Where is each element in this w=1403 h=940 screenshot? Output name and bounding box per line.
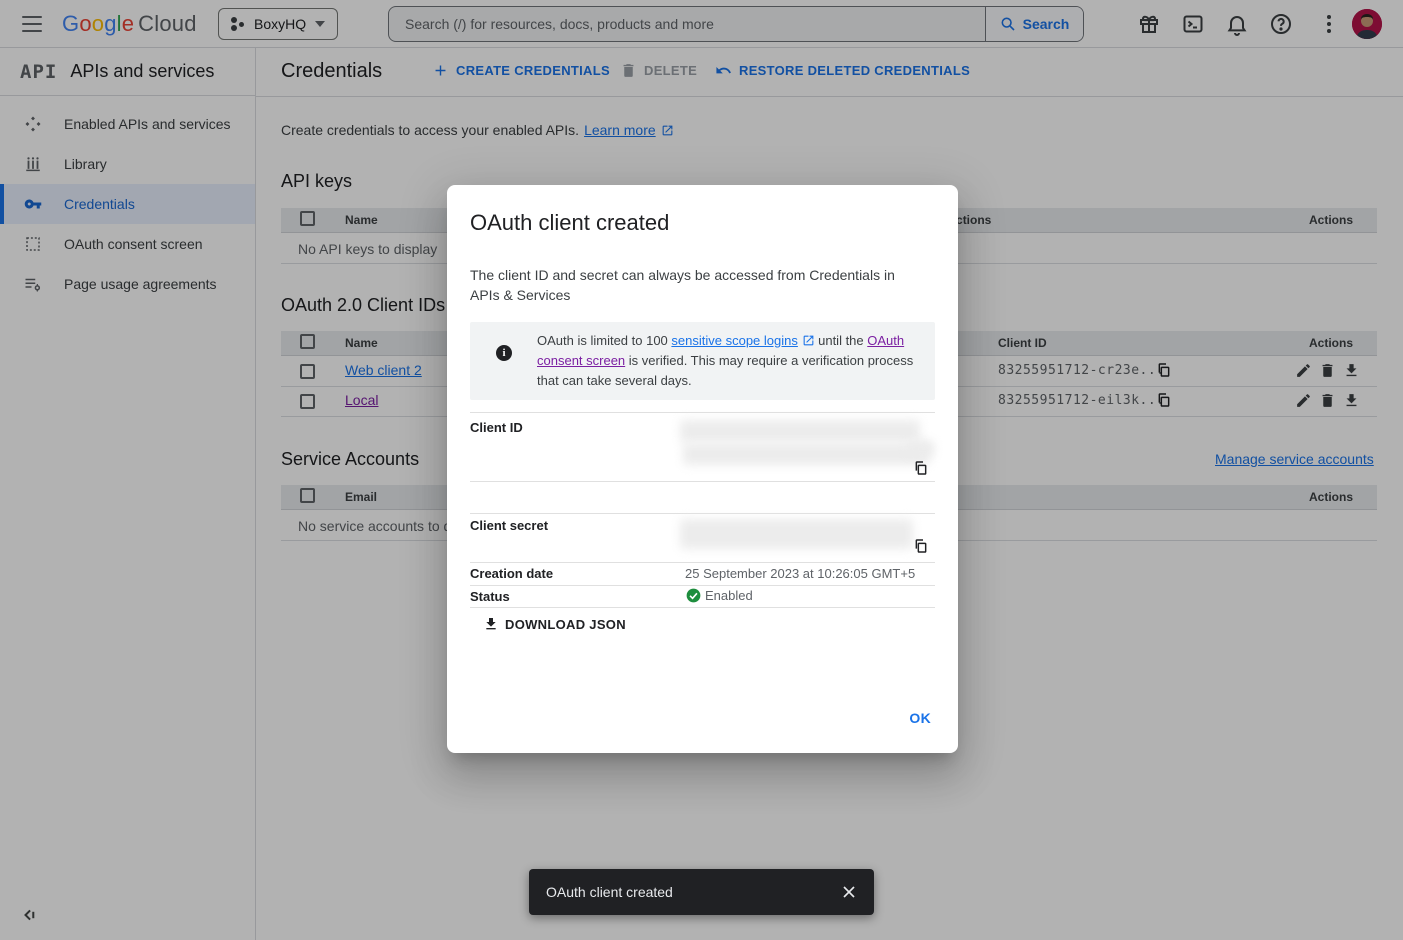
download-json-label: DOWNLOAD JSON bbox=[505, 617, 626, 632]
creation-date-label: Creation date bbox=[470, 566, 553, 581]
divider bbox=[470, 607, 935, 608]
redacted-client-id bbox=[683, 443, 929, 465]
redacted-client-id bbox=[680, 420, 920, 442]
redacted-client-secret bbox=[680, 519, 913, 549]
dialog-title: OAuth client created bbox=[470, 210, 669, 236]
toast-message: OAuth client created bbox=[546, 884, 839, 900]
divider bbox=[470, 513, 935, 514]
divider bbox=[470, 562, 935, 563]
check-circle-icon bbox=[686, 588, 701, 603]
status-value: Enabled bbox=[705, 588, 753, 603]
download-json-button[interactable]: DOWNLOAD JSON bbox=[483, 616, 626, 632]
notice-text: until the bbox=[815, 333, 868, 348]
divider bbox=[470, 585, 935, 586]
verification-notice: i OAuth is limited to 100 sensitive scop… bbox=[470, 322, 935, 400]
creation-date-value: 25 September 2023 at 10:26:05 GMT+5 bbox=[685, 566, 915, 581]
status-badge: Enabled bbox=[686, 588, 753, 603]
client-id-label: Client ID bbox=[470, 420, 523, 435]
download-icon bbox=[483, 616, 499, 632]
divider bbox=[470, 481, 935, 482]
copy-client-id-icon[interactable] bbox=[913, 460, 929, 476]
client-secret-label: Client secret bbox=[470, 518, 548, 533]
status-label: Status bbox=[470, 589, 510, 604]
oauth-client-created-dialog: OAuth client created The client ID and s… bbox=[447, 185, 958, 753]
app-window: GoogleCloud BoxyHQ Search bbox=[0, 0, 1403, 940]
redacted-client-id bbox=[907, 441, 934, 457]
ok-button[interactable]: OK bbox=[909, 710, 931, 726]
toast-notification: OAuth client created bbox=[529, 869, 874, 915]
sensitive-scope-logins-link[interactable]: sensitive scope logins bbox=[671, 333, 797, 348]
dialog-body-text: The client ID and secret can always be a… bbox=[470, 265, 915, 305]
divider bbox=[470, 412, 935, 413]
close-icon[interactable] bbox=[839, 882, 859, 902]
info-icon: i bbox=[496, 345, 512, 361]
notice-text: OAuth is limited to 100 bbox=[537, 333, 671, 348]
copy-client-secret-icon[interactable] bbox=[913, 538, 929, 554]
external-link-icon bbox=[802, 333, 815, 346]
